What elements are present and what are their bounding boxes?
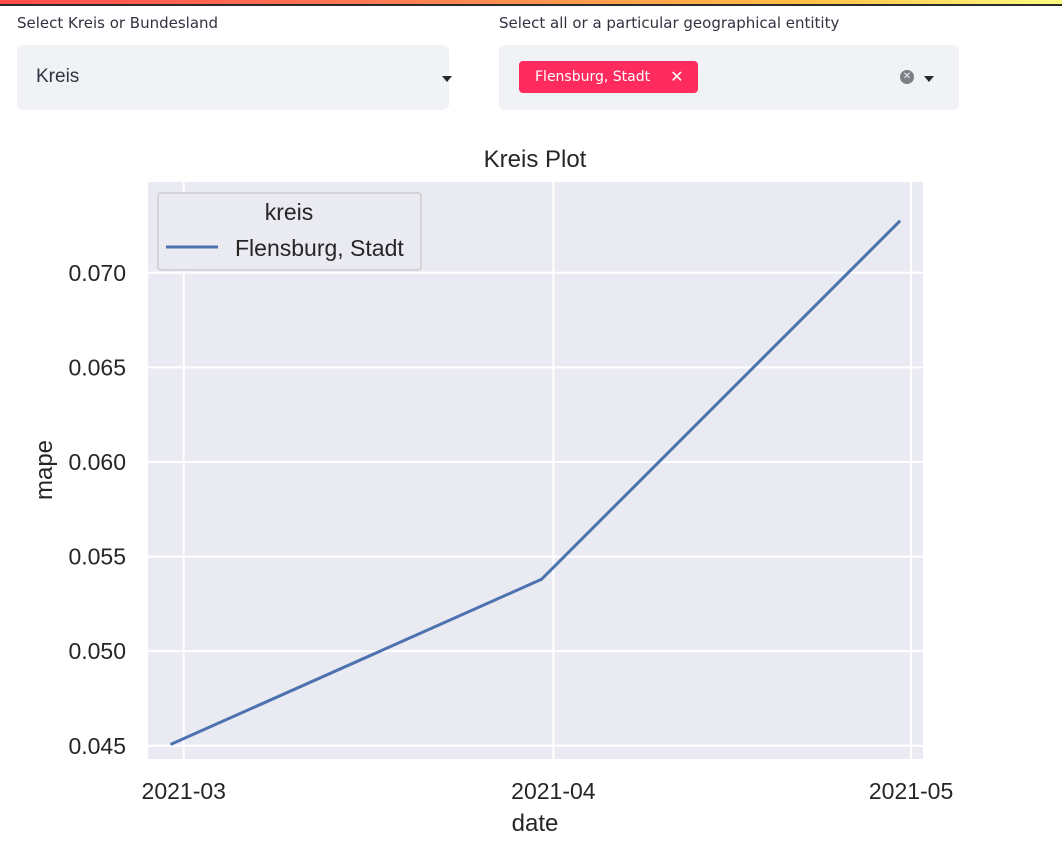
level-select-label: Select Kreis or Bundesland [17,14,219,32]
y-tick-label: 0.065 [68,354,126,380]
x-tick-label: 2021-03 [142,778,226,804]
entity-multiselect[interactable]: Flensburg, Stadt ✕ ✕ [499,45,959,110]
chevron-down-icon[interactable] [924,76,934,82]
legend-entry-label: Flensburg, Stadt [235,235,404,261]
legend: kreis Flensburg, Stadt [157,192,422,271]
y-axis-ticks: 0.045 0.050 0.055 0.060 0.065 0.070 [68,260,126,759]
entity-select-label: Select all or a particular geographical … [499,14,840,32]
selected-tag: Flensburg, Stadt ✕ [519,61,698,93]
selected-tag-label: Flensburg, Stadt [535,69,651,85]
level-select[interactable]: Kreis [17,45,452,110]
y-tick-label: 0.070 [68,260,126,286]
y-axis-label: mape [31,440,58,500]
app-header-decoration [0,0,1062,6]
data-point [170,742,174,746]
level-select-value: Kreis [36,66,80,87]
data-point [897,220,901,224]
chevron-down-icon[interactable] [442,76,452,82]
kreis-line-chart: Kreis Plot 0.045 0.050 0.055 0.060 0.065 0.07… [31,146,954,837]
y-tick-label: 0.055 [68,544,126,570]
x-axis-ticks: 2021-03 2021-04 2021-05 [142,778,954,804]
legend-title: kreis [265,199,314,225]
tag-remove-icon[interactable]: ✕ [670,69,683,85]
clear-all-icon[interactable]: ✕ [900,70,914,84]
data-point [539,577,543,581]
x-tick-label: 2021-04 [511,778,596,804]
chart-title: Kreis Plot [484,146,587,173]
y-tick-label: 0.045 [68,733,126,759]
x-tick-label: 2021-05 [869,778,953,804]
x-axis-label: date [512,810,559,837]
y-tick-label: 0.050 [68,638,126,664]
y-tick-label: 0.060 [68,449,126,475]
